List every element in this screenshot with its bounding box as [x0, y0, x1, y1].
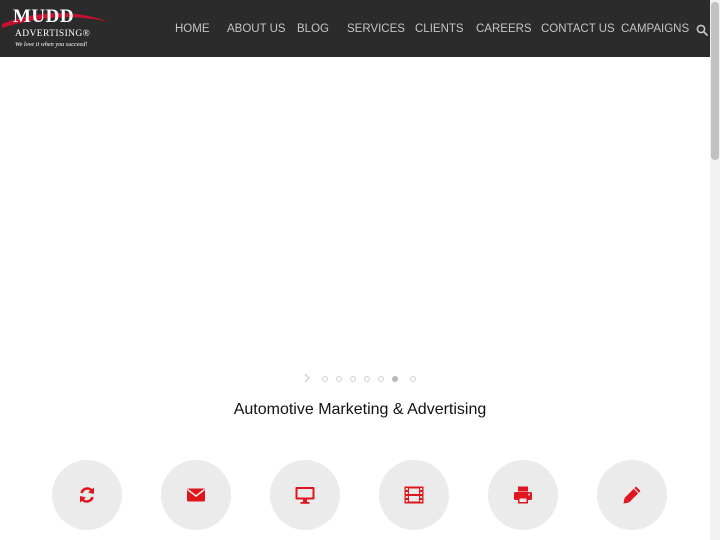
service-refresh[interactable]: [52, 460, 122, 530]
pencil-icon: [623, 486, 641, 504]
brand-tagline: We love it when you succeed!: [15, 41, 88, 48]
nav-blog[interactable]: BLOG: [297, 21, 329, 37]
envelope-icon: [187, 488, 205, 502]
refresh-icon: [80, 487, 94, 503]
nav-careers[interactable]: CAREERS: [476, 21, 532, 37]
site-header: MUDD ADVERTISING® We love it when you su…: [0, 0, 710, 57]
section-title: Automotive Marketing & Advertising: [233, 401, 487, 418]
service-web[interactable]: [270, 460, 340, 530]
nav-campaigns[interactable]: CAMPAIGNS: [621, 21, 689, 37]
slider-dot[interactable]: [378, 376, 384, 382]
slider-dot[interactable]: [410, 376, 416, 382]
hero-slider: [0, 57, 710, 392]
scrollbar-thumb[interactable]: [711, 2, 719, 160]
nav-contact-us[interactable]: CONTACT US: [541, 21, 615, 37]
film-icon: [404, 486, 424, 504]
slider-dot[interactable]: [364, 376, 370, 382]
slider-dot[interactable]: [322, 376, 328, 382]
slider-dot[interactable]: [336, 376, 342, 382]
slider-next-icon[interactable]: [303, 373, 311, 383]
nav-clients[interactable]: CLIENTS: [415, 21, 464, 37]
nav-about-us[interactable]: ABOUT US: [227, 21, 286, 37]
service-email[interactable]: [161, 460, 231, 530]
slider-dot[interactable]: [350, 376, 356, 382]
page-scrollbar[interactable]: [710, 0, 720, 540]
service-video[interactable]: [379, 460, 449, 530]
nav-services[interactable]: SERVICES: [347, 21, 405, 37]
brand-name: MUDD: [13, 6, 75, 27]
search-icon[interactable]: [696, 24, 708, 36]
service-design[interactable]: [597, 460, 667, 530]
brand-logo[interactable]: MUDD ADVERTISING® We love it when you su…: [0, 2, 110, 54]
slider-dot-active[interactable]: [392, 376, 398, 382]
nav-home[interactable]: HOME: [175, 21, 210, 37]
print-icon: [514, 486, 532, 504]
service-print[interactable]: [488, 460, 558, 530]
desktop-icon: [295, 487, 315, 504]
brand-subtitle: ADVERTISING®: [15, 29, 91, 39]
